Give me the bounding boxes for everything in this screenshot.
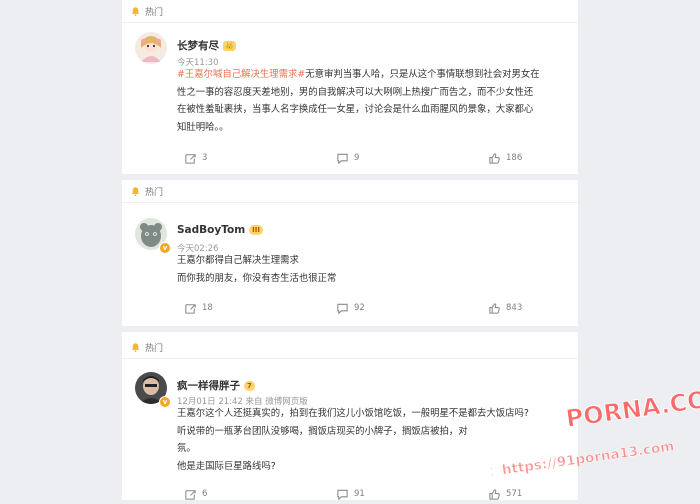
comment-line: 知肚明哈。。	[177, 121, 229, 133]
comment-line: 王嘉尔都得自己解决生理需求	[177, 255, 299, 266]
comment-line: 氛。	[177, 443, 196, 454]
feed: 热门 长梦有尽 👑 今天11:30 #王嘉尔喊自己解决生理需求#无意审判当事人哈…	[122, 0, 578, 500]
repost-icon	[185, 303, 196, 314]
comment-icon	[337, 303, 348, 314]
like-button[interactable]: 843	[488, 302, 522, 315]
thumbs-up-icon	[489, 488, 500, 500]
repost-button[interactable]: 18	[184, 302, 213, 315]
watermark-site: PORNA.COM	[564, 382, 700, 433]
comment-card: 热门 v 疯一样得胖子 7 12月01日 21:42 来自 微博网页版 王嘉尔这…	[122, 332, 578, 500]
bell-icon	[131, 186, 140, 196]
comment-button[interactable]: 92	[336, 302, 365, 315]
action-bar: 18 92 843	[122, 298, 578, 318]
repost-icon	[185, 489, 196, 500]
action-bar: 3 9 186	[122, 148, 578, 168]
like-count: 571	[506, 489, 523, 499]
like-count: 186	[506, 153, 523, 163]
thumbs-up-icon	[489, 152, 500, 164]
hot-label-row: 热门	[130, 4, 163, 18]
comment-text: 王嘉尔这个人还挺真实的，拍到在我们这儿小饭馆吃饭，一般明星不是都去大饭店吗? 听…	[177, 405, 562, 475]
repost-count: 18	[202, 303, 213, 313]
hot-label-row: 热门	[130, 184, 163, 198]
comment-icon	[337, 153, 348, 164]
like-button[interactable]: 571	[488, 488, 522, 501]
hot-label: 热门	[145, 187, 164, 198]
bell-icon	[131, 6, 140, 16]
repost-button[interactable]: 6	[184, 488, 207, 501]
comment-line: 在被性羞耻裹挟，当事人名字换成任一女星，讨论会是什么血雨腥风的景象，大家都心	[177, 104, 534, 115]
comment-button[interactable]: 9	[336, 152, 359, 165]
comment-text: #王嘉尔喊自己解决生理需求#无意审判当事人哈，只是从这个事情联想到社会对男女在 …	[177, 66, 562, 136]
avatar[interactable]	[135, 32, 167, 64]
repost-count: 3	[202, 153, 208, 163]
repost-count: 6	[202, 489, 208, 499]
comment-count: 91	[354, 489, 365, 499]
author-row: SadBoyTom III	[177, 224, 263, 236]
comment-line: 王嘉尔这个人还挺真实的，拍到在我们这儿小饭馆吃饭，一般明星不是都去大饭店吗?	[177, 408, 529, 419]
verified-badge-icon: v	[159, 242, 171, 254]
comment-line-text: 无意审判当事人哈，只是从这个事情联想到社会对男女在	[305, 69, 540, 80]
comment-count: 9	[354, 153, 360, 163]
hot-label: 热门	[145, 343, 164, 354]
comment-icon	[337, 489, 348, 500]
hot-label-row: 热门	[130, 340, 163, 354]
comment-count: 92	[354, 303, 365, 313]
comment-text: 王嘉尔都得自己解决生理需求 而你我的朋友，你没有杏生活也很正常	[177, 252, 562, 287]
comment-line: 性之一事的容忍度天差地别，男的自我解决可以大咧咧上热搜广而告之，而不少女性还	[177, 86, 534, 98]
comment-card: 热门 v SadBoyTom III 今天02:26 王嘉尔都得自己解决生理需求…	[122, 180, 578, 326]
author-row: 疯一样得胖子 7	[177, 378, 255, 393]
thumbs-up-icon	[489, 302, 500, 314]
hashtag-link[interactable]: #王嘉尔喊自己解决生理需求#	[177, 69, 305, 80]
repost-button[interactable]: 3	[184, 152, 207, 165]
like-button[interactable]: 186	[488, 152, 522, 165]
crown-badge-icon: 👑	[223, 40, 236, 51]
comment-line: #王嘉尔喊自己解决生理需求#无意审判当事人哈，只是从这个事情联想到社会对男女在	[177, 66, 562, 84]
comment-line: 而你我的朋友，你没有杏生活也很正常	[177, 272, 337, 284]
bell-icon	[131, 342, 140, 352]
like-count: 843	[506, 303, 523, 313]
username[interactable]: SadBoyTom	[177, 224, 245, 236]
author-row: 长梦有尽 👑	[177, 38, 236, 53]
level-badge-icon: 7	[244, 380, 255, 391]
verified-badge-icon: v	[159, 396, 171, 408]
username[interactable]: 长梦有尽	[177, 38, 219, 53]
comment-line: 听说带的一瓶茅台团队没够喝，搁饭店现买的小牌子，搁饭店被拍，对	[177, 425, 468, 437]
comment-line: 他是走国际巨星路线吗?	[177, 460, 276, 472]
action-bar: 6 91 571	[122, 484, 578, 504]
hot-label: 热门	[145, 7, 164, 18]
level-badge-icon: III	[249, 225, 263, 235]
repost-icon	[185, 153, 196, 164]
comment-button[interactable]: 91	[336, 488, 365, 501]
username[interactable]: 疯一样得胖子	[177, 378, 240, 393]
comment-card: 热门 长梦有尽 👑 今天11:30 #王嘉尔喊自己解决生理需求#无意审判当事人哈…	[122, 0, 578, 174]
